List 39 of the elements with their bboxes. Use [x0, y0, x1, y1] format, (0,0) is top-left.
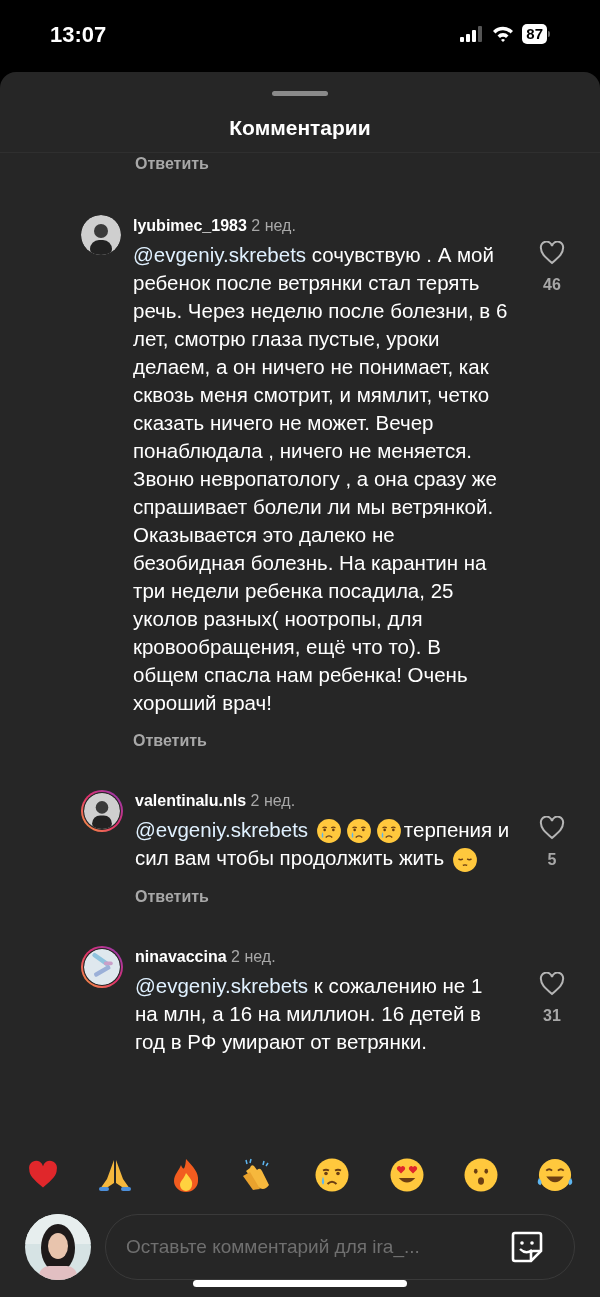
- crying-face-icon: [375, 818, 402, 845]
- username[interactable]: lyubimec_1983: [133, 216, 247, 234]
- heart-icon[interactable]: [539, 240, 565, 265]
- comment-time: 2 нед.: [250, 791, 296, 809]
- heart-icon[interactable]: [539, 971, 565, 996]
- reply-link[interactable]: Ответить: [133, 728, 207, 753]
- pensive-face-icon: [451, 846, 478, 873]
- battery-level: 87: [522, 24, 547, 44]
- surprised-face-icon[interactable]: [462, 1157, 499, 1194]
- heart-icon[interactable]: [539, 815, 565, 840]
- drag-handle[interactable]: [272, 91, 328, 96]
- signal-icon: [460, 26, 485, 42]
- tears-of-joy-face-icon[interactable]: [535, 1157, 574, 1194]
- mention-link[interactable]: @evgeniy.skrebets: [135, 817, 309, 841]
- clock: 13:07: [50, 20, 107, 49]
- sheet-title: Комментарии: [229, 115, 371, 141]
- mention-link[interactable]: @evgeniy.skrebets: [135, 973, 309, 997]
- comment-text: @evgeniy.skrebets терпения и сил вам чтобы продолжить жить: [135, 815, 520, 873]
- like-count: 5: [547, 849, 557, 870]
- wifi-icon: [492, 26, 515, 42]
- username[interactable]: ninavaccina: [135, 947, 227, 965]
- crying-face-icon: [345, 818, 372, 845]
- mention-link[interactable]: @evgeniy.skrebets: [133, 242, 307, 266]
- sticker-icon[interactable]: [509, 1229, 545, 1265]
- comment-text: @evgeniy.skrebets к сожалению не 1 на млн, а 16 на миллион. 16 детей в год в РФ умирают от ветрянки.: [135, 972, 484, 1055]
- like-count: 31: [543, 1005, 561, 1026]
- comment-text: @evgeniy.skrebets сочувствую . А мой ребенок после ветрянки стал терять речь. Через неделю после болезни, в 6 лет, смотрю глаза пустые, уроки делаем, а он ничего не понимает, как сквозь меня смотрит, и мямлит, четко сказать ничего не может. Вечер понаблюдала , ничего не меняется. Звоню невропатологу , а она сразу же спрашивает болели ли мы ветрянкой. Оказывается это далеко не безобидная болезнь. На карантин на три недели ребенка посадила, 25 уколов разных( ноотропы, для кровообращения, ещё что то). В общем спасла нам ребенка! Очень хороший врач!: [133, 241, 509, 716]
- crying-face-icon: [315, 818, 342, 845]
- username[interactable]: valentinalu.nls: [135, 791, 247, 809]
- story-ring[interactable]: [81, 789, 123, 832]
- story-ring[interactable]: [81, 945, 123, 988]
- comment-time: 2 нед.: [251, 216, 296, 234]
- comment-field[interactable]: Оставьте комментарий для ira_...: [105, 1214, 575, 1280]
- heart-eyes-face-icon[interactable]: [389, 1157, 426, 1194]
- crying-face-icon: [313, 1157, 350, 1194]
- like-count: 46: [543, 274, 561, 295]
- reply-link[interactable]: Ответить: [135, 152, 209, 171]
- comment-time: 2 нед.: [231, 947, 276, 965]
- reply-link[interactable]: Ответить: [135, 884, 209, 909]
